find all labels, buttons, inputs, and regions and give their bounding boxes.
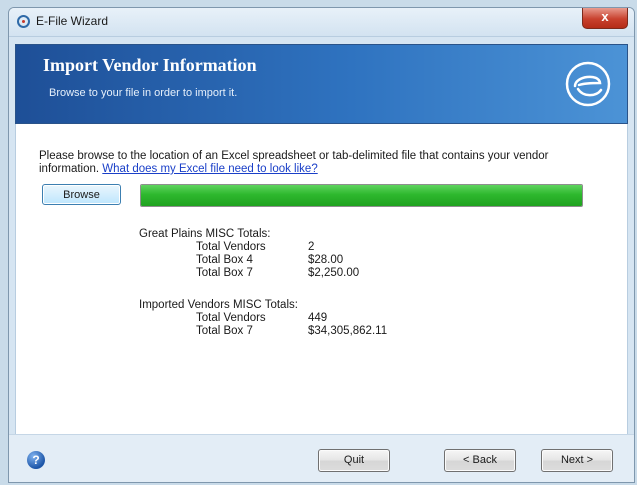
next-button[interactable]: Next >: [541, 449, 613, 472]
totals-value: $2,250.00: [308, 267, 360, 279]
excel-format-help-link[interactable]: What does my Excel file need to look lik…: [102, 163, 317, 175]
close-button[interactable]: x: [582, 8, 628, 29]
great-plains-totals: Great Plains MISC Totals: Total Vendors …: [139, 228, 359, 280]
totals-label: Total Vendors: [196, 312, 266, 324]
wizard-footer: ? Quit < Back Next >: [9, 434, 634, 482]
totals-value: $34,305,862.11: [308, 325, 388, 337]
quit-button[interactable]: Quit: [318, 449, 390, 472]
window-title: E-File Wizard: [36, 14, 109, 28]
totals-label: Total Box 7: [196, 325, 253, 337]
totals-value: $28.00: [308, 254, 344, 266]
header-banner: Import Vendor Information Browse to your…: [15, 44, 628, 124]
title-bar[interactable]: E-File Wizard x: [9, 8, 634, 37]
wizard-content: Please browse to the location of an Exce…: [15, 124, 628, 434]
imported-vendors-totals: Imported Vendors MISC Totals: Total Vend…: [139, 299, 387, 338]
e-logo-icon: [565, 61, 611, 107]
totals-row: Total Vendors 449: [139, 312, 327, 325]
back-button[interactable]: < Back: [444, 449, 516, 472]
app-icon: [17, 15, 30, 28]
import-progress-bar: [140, 184, 583, 207]
totals-row: Total Vendors 2: [139, 241, 314, 254]
totals-label: Total Vendors: [196, 241, 266, 253]
totals-row: Total Box 7 $34,305,862.11: [139, 325, 387, 338]
page-subtitle: Browse to your file in order to import i…: [49, 87, 238, 99]
browse-button[interactable]: Browse: [42, 184, 121, 205]
imported-vendors-heading: Imported Vendors MISC Totals:: [139, 299, 298, 311]
page-title: Import Vendor Information: [43, 55, 257, 75]
totals-value: 2: [308, 241, 315, 253]
totals-value: 449: [308, 312, 328, 324]
totals-row: Total Box 7 $2,250.00: [139, 267, 359, 280]
progress-fill: [141, 185, 582, 206]
totals-label: Total Box 7: [196, 267, 253, 279]
help-icon[interactable]: ?: [27, 451, 45, 469]
wizard-window: E-File Wizard x Import Vendor Informatio…: [8, 7, 635, 483]
great-plains-heading: Great Plains MISC Totals:: [139, 228, 271, 240]
totals-label: Total Box 4: [196, 254, 253, 266]
instructions: Please browse to the location of an Exce…: [39, 150, 599, 176]
totals-row: Total Box 4 $28.00: [139, 254, 343, 267]
